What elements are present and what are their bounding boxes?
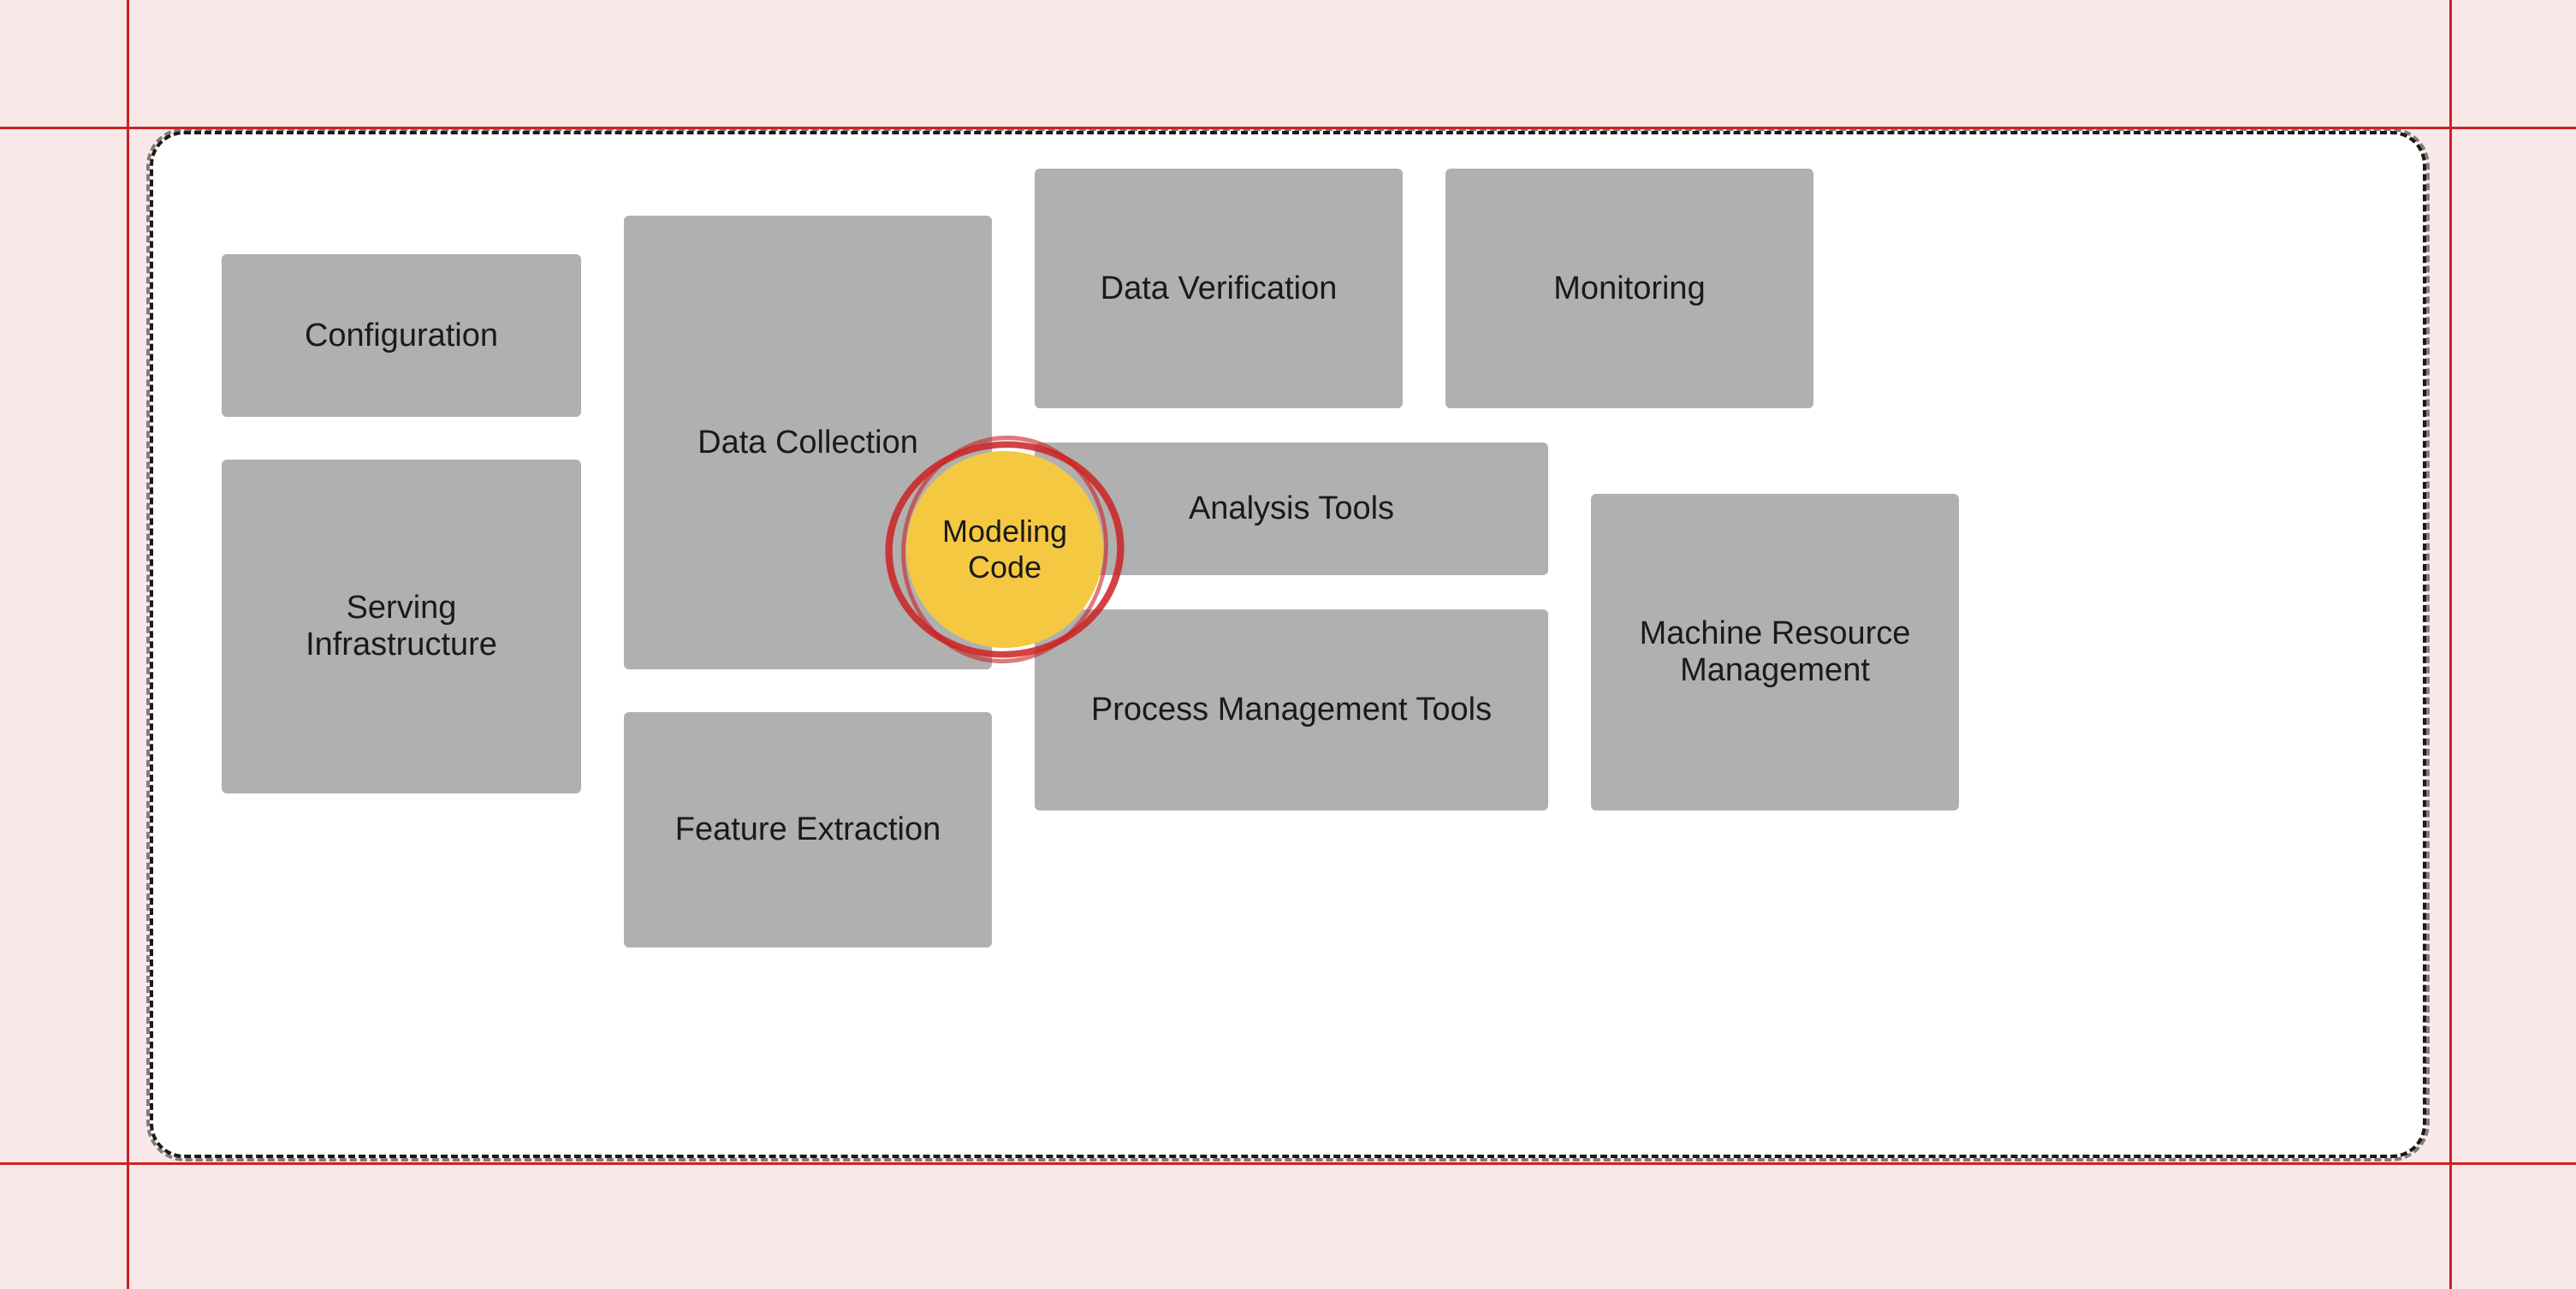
process-management-label: Process Management Tools (1091, 692, 1492, 728)
monitoring-label: Monitoring (1553, 270, 1705, 307)
serving-infrastructure-label: ServingInfrastructure (306, 590, 497, 663)
grid-line-v2 (2449, 0, 2452, 1289)
machine-resource-box: Machine ResourceManagement (1591, 494, 1959, 811)
grid-line-h2 (0, 1162, 2576, 1165)
diagram-area: Configuration ServingInfrastructure Data… (153, 134, 2423, 1155)
process-management-box: Process Management Tools (1035, 609, 1548, 811)
serving-infrastructure-box: ServingInfrastructure (222, 460, 581, 793)
modeling-code-circle: ModelingCode (906, 451, 1103, 648)
data-verification-box: Data Verification (1035, 169, 1403, 408)
configuration-box: Configuration (222, 254, 581, 417)
machine-resource-label: Machine ResourceManagement (1640, 615, 1911, 689)
grid-line-v1 (127, 0, 129, 1289)
configuration-label: Configuration (305, 318, 498, 354)
monitoring-box: Monitoring (1445, 169, 1813, 408)
feature-extraction-label: Feature Extraction (675, 811, 941, 848)
data-verification-label: Data Verification (1101, 270, 1338, 307)
main-diagram-container: Configuration ServingInfrastructure Data… (150, 131, 2426, 1158)
feature-extraction-box: Feature Extraction (624, 712, 992, 947)
modeling-code-label: ModelingCode (942, 514, 1067, 585)
analysis-tools-label: Analysis Tools (1189, 490, 1394, 527)
data-collection-label: Data Collection (697, 425, 918, 461)
